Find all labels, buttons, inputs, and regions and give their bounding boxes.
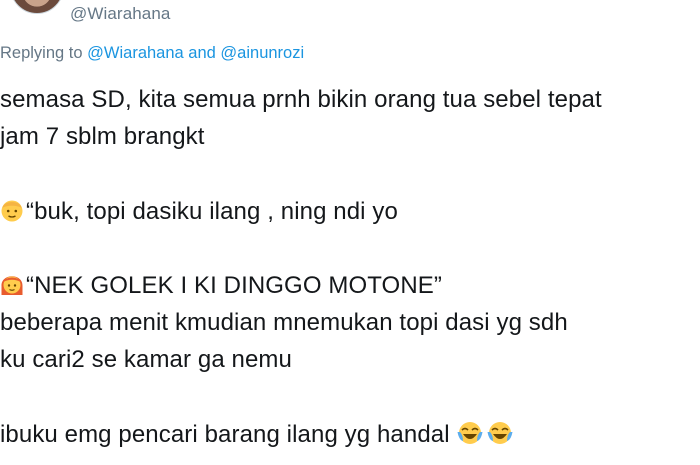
tweet-text-line-4: “NEK GOLEK I KI DINGGO MOTONE” (0, 271, 442, 304)
tweet-text-line-7: ibuku emg pencari barang ilang yg handal (0, 420, 516, 453)
tweet-text-line-6: ku cari2 se kamar ga nemu (0, 346, 292, 373)
tweet-text-line-3: “buk, topi dasiku ilang , ning ndi yo (0, 197, 398, 230)
tweet-text-line-3-text: “buk, topi dasiku ilang , ning ndi yo (26, 198, 398, 225)
tweet-text-line-5: beberapa menit kmudian mnemukan topi das… (0, 309, 568, 336)
tweet-text-line-4-text: “NEK GOLEK I KI DINGGO MOTONE” (26, 272, 442, 299)
reply-joiner: and (188, 44, 216, 62)
tweet-text-line-1: semasa SD, kita semua prnh bikin orang t… (0, 86, 602, 113)
replying-to-label: Replying to (0, 44, 83, 62)
replying-to-line: Replying to @Wiarahana and @ainunrozi (0, 44, 304, 63)
mention-ainunrozi[interactable]: @ainunrozi (220, 44, 304, 62)
face-with-tears-of-joy-emoji (456, 420, 484, 453)
author-handle[interactable]: @Wiarahana (70, 4, 170, 24)
avatar[interactable] (10, 0, 64, 14)
face-with-tears-of-joy-emoji (486, 420, 514, 453)
woman-red-hair-emoji (0, 271, 24, 304)
boy-face-emoji (0, 197, 24, 230)
mention-wiarahana[interactable]: @Wiarahana (87, 44, 184, 62)
tweet-text-line-2: jam 7 sblm brangkt (0, 123, 205, 150)
tweet-card: @Wiarahana Replying to @Wiarahana and @a… (0, 0, 700, 465)
tweet-text-line-7-text: ibuku emg pencari barang ilang yg handal (0, 421, 450, 448)
